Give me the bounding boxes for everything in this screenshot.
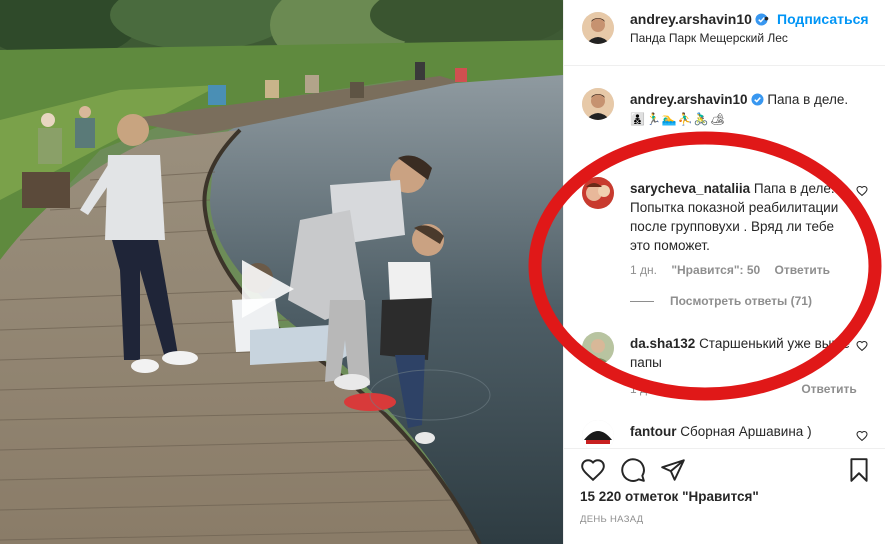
- post-photo[interactable]: [0, 0, 563, 544]
- view-replies-button[interactable]: Посмотреть ответы (71): [630, 294, 812, 308]
- comment-like-icon[interactable]: [856, 185, 868, 197]
- post-header: andrey.arshavin10 • Подписаться Панда Па…: [564, 0, 885, 66]
- commenter-avatar[interactable]: [582, 420, 614, 448]
- comment-text: sarycheva_nataliia Папа в деле. Попытка …: [630, 179, 852, 255]
- caption-emoji-line: 👨‍👦‍👦🏃‍♂️🏊‍♂️⛹️‍♂️🚴‍♂️🏕: [630, 112, 726, 126]
- comment-icon[interactable]: [620, 457, 646, 483]
- comment-like-icon[interactable]: [856, 340, 868, 352]
- post-date[interactable]: ДЕНЬ НАЗАД: [580, 514, 643, 525]
- share-icon[interactable]: [660, 457, 686, 483]
- bookmark-icon[interactable]: [846, 457, 872, 483]
- commenter-avatar[interactable]: [582, 332, 614, 364]
- post-side-panel: andrey.arshavin10 • Подписаться Панда Па…: [563, 0, 885, 544]
- play-button[interactable]: [232, 256, 298, 322]
- author-username[interactable]: andrey.arshavin10: [630, 11, 768, 27]
- comment-meta: 1 дн. Ответить: [630, 382, 868, 396]
- follow-button[interactable]: Подписаться: [777, 11, 869, 27]
- commenter-username[interactable]: fantour: [630, 424, 677, 439]
- commenter-username[interactable]: da.sha132: [630, 336, 695, 351]
- caption-message: Папа в деле.: [767, 92, 849, 107]
- comment-text: da.sha132 Старшенький уже выше папы: [630, 334, 852, 372]
- author-username-text[interactable]: andrey.arshavin10: [630, 11, 752, 27]
- author-avatar[interactable]: [582, 12, 614, 44]
- reply-button[interactable]: Ответить: [801, 382, 856, 396]
- post-location[interactable]: Панда Парк Мещерский Лес: [630, 31, 788, 45]
- caption-username[interactable]: andrey.arshavin10: [630, 92, 748, 107]
- commenter-avatar[interactable]: [582, 177, 614, 209]
- post-actions: 15 220 отметок "Нравится" ДЕНЬ НАЗАД: [564, 448, 885, 544]
- view-replies-label[interactable]: Посмотреть ответы (71): [670, 294, 812, 308]
- replies-divider: [630, 301, 654, 303]
- comment-time[interactable]: 1 дн.: [630, 263, 657, 277]
- avatar-image: [582, 177, 614, 209]
- reply-button[interactable]: Ответить: [775, 263, 830, 277]
- comment-text: fantour Сборная Аршавина ): [630, 422, 852, 441]
- caption-avatar[interactable]: [582, 88, 614, 120]
- likes-count[interactable]: 15 220 отметок "Нравится": [580, 489, 759, 504]
- play-icon: [242, 260, 294, 318]
- comments-list[interactable]: andrey.arshavin10 Папа в деле. 👨‍👦‍👦🏃‍♂️…: [564, 66, 885, 448]
- comment-time[interactable]: 1 дн.: [630, 382, 657, 396]
- commenter-username[interactable]: sarycheva_nataliia: [630, 181, 750, 196]
- avatar-image: [582, 332, 614, 364]
- avatar-image: [582, 12, 614, 44]
- comment-like-icon[interactable]: [856, 430, 868, 442]
- caption-text: andrey.arshavin10 Папа в деле. 👨‍👦‍👦🏃‍♂️…: [630, 90, 852, 129]
- avatar-image: [582, 88, 614, 120]
- avatar-image: [582, 420, 614, 448]
- comment-message: Сборная Аршавина ): [680, 424, 812, 439]
- comment-likes[interactable]: "Нравится": 50: [671, 263, 760, 277]
- separator-dot: •: [764, 10, 769, 26]
- comment-meta: 1 дн. "Нравится": 50 Ответить: [630, 263, 841, 277]
- heart-icon[interactable]: [580, 457, 606, 483]
- verified-badge-icon: [751, 93, 764, 106]
